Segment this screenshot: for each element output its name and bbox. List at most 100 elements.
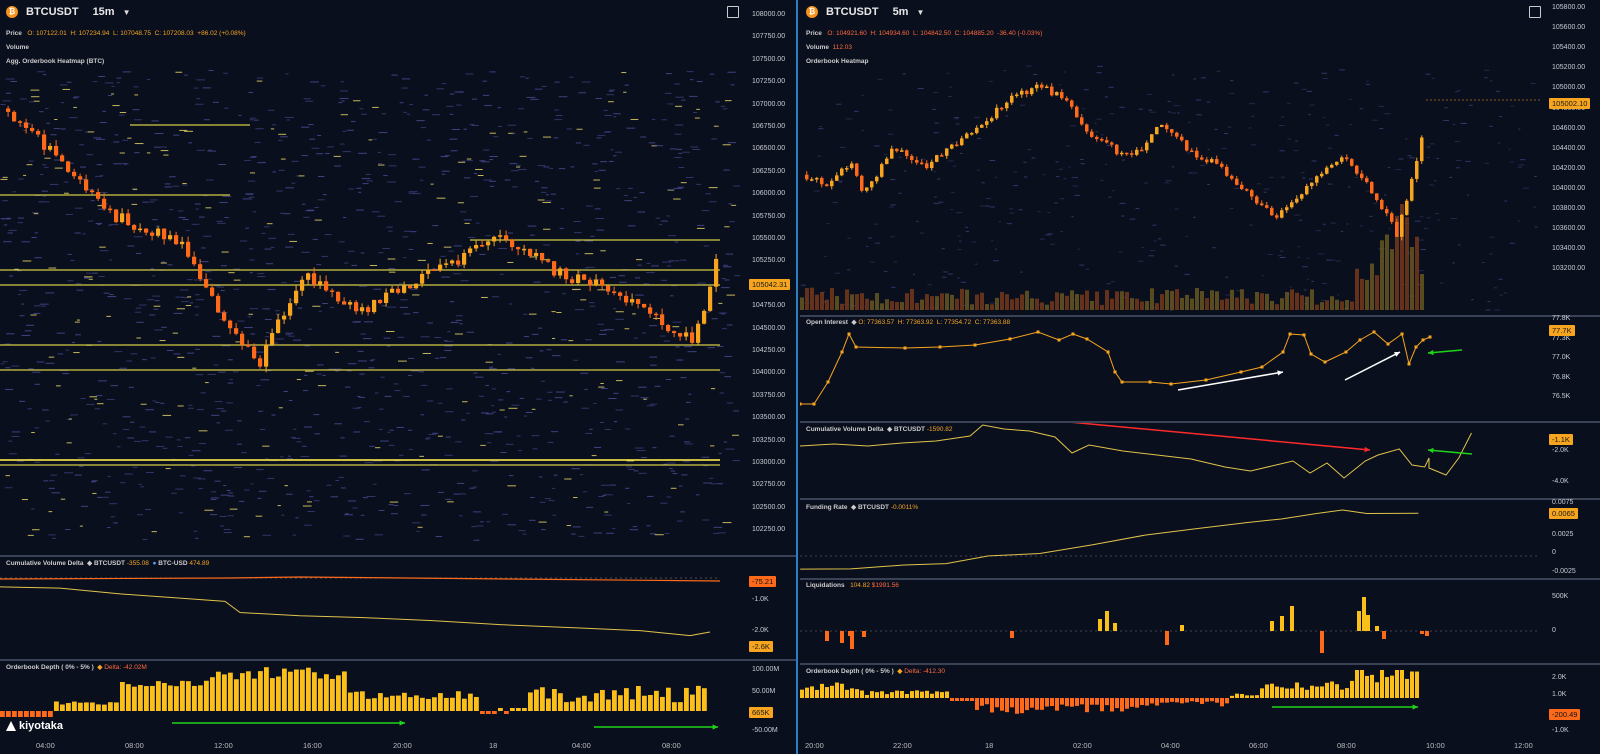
heatmap-cell xyxy=(264,248,272,250)
pane-divider[interactable] xyxy=(800,315,1600,317)
heatmap-cell xyxy=(991,240,994,242)
depth-bar xyxy=(870,691,874,698)
right-symbol[interactable]: BTCUSDT xyxy=(826,6,879,18)
heatmap-cell xyxy=(558,168,566,170)
heatmap-cell xyxy=(139,426,146,428)
right-funding-chart[interactable] xyxy=(800,500,1540,580)
right-timeframe[interactable]: 5m xyxy=(893,6,909,18)
pane-divider[interactable] xyxy=(800,663,1600,665)
heatmap-cell xyxy=(1426,217,1431,219)
candle xyxy=(588,279,593,286)
heatmap-cell xyxy=(933,202,940,204)
heatmap-cell xyxy=(388,271,396,273)
heatmap-cell xyxy=(1294,82,1299,84)
chevron-down-icon[interactable]: ▼ xyxy=(916,8,924,17)
pane-divider[interactable] xyxy=(0,659,796,661)
depth-bar xyxy=(1275,686,1279,698)
depth-bar xyxy=(48,711,53,717)
right-price-chart[interactable] xyxy=(800,65,1540,315)
candle xyxy=(666,325,671,332)
heatmap-cell xyxy=(528,313,537,315)
heatmap-cell xyxy=(952,165,957,167)
pane-divider[interactable] xyxy=(800,578,1600,580)
left-symbol[interactable]: BTCUSDT xyxy=(26,6,79,18)
heatmap-cell xyxy=(1135,207,1140,209)
depth-bar xyxy=(1315,686,1319,698)
heatmap-cell xyxy=(1185,235,1188,237)
heatmap-cell xyxy=(300,455,309,457)
depth-bar xyxy=(1230,695,1234,698)
heatmap-cell xyxy=(696,81,703,83)
heatmap-cell xyxy=(657,145,664,147)
heatmap-cell xyxy=(527,137,533,139)
heatmap-cell xyxy=(1223,133,1229,135)
heatmap-cell xyxy=(378,428,383,430)
heatmap-cell xyxy=(718,452,722,454)
heatmap-cell xyxy=(1148,255,1155,257)
right-cvd-axis-label: -2.0K xyxy=(1552,447,1569,454)
heatmap-cell xyxy=(943,271,948,273)
candle xyxy=(504,235,509,240)
fullscreen-icon[interactable] xyxy=(727,6,739,18)
price-axis-label: 104200.00 xyxy=(1552,164,1586,172)
heatmap-cell xyxy=(24,330,32,332)
left-chart-panel[interactable]: ₿ BTCUSDT 15m ▼ Price O: 107122.01 H: 10… xyxy=(0,0,798,754)
arrow-head xyxy=(1412,704,1418,710)
liquidation-bar xyxy=(840,631,844,643)
left-price-chart[interactable] xyxy=(0,70,740,550)
heatmap-cell xyxy=(164,186,172,188)
heatmap-cell xyxy=(8,229,17,231)
heatmap-cell xyxy=(1167,100,1171,102)
right-chart-panel[interactable]: ₿ BTCUSDT 5m ▼ Price O: 104921.60 H: 104… xyxy=(800,0,1600,754)
heatmap-cell xyxy=(102,423,108,425)
heatmap-cell xyxy=(135,252,142,254)
right-depth-chart[interactable] xyxy=(800,670,1540,735)
heatmap-cell xyxy=(184,130,193,132)
fullscreen-icon[interactable] xyxy=(1529,6,1541,18)
heatmap-cell xyxy=(322,374,326,376)
heatmap-cell xyxy=(265,263,274,265)
heatmap-cell xyxy=(664,532,670,534)
heatmap-cell xyxy=(173,312,183,314)
heatmap-cell xyxy=(144,509,152,511)
heatmap-cell xyxy=(661,119,667,121)
heatmap-cell xyxy=(344,514,353,516)
volume-bar xyxy=(1170,290,1174,310)
heatmap-cell xyxy=(218,164,226,165)
heatmap-cell xyxy=(660,502,668,504)
right-liquidations-chart[interactable] xyxy=(800,582,1540,662)
heatmap-cell xyxy=(141,440,149,442)
right-oi-chart[interactable] xyxy=(800,322,1540,417)
heatmap-cell xyxy=(682,461,690,463)
heatmap-cell xyxy=(646,262,651,264)
candle xyxy=(915,160,919,163)
heatmap-cell xyxy=(627,187,633,189)
heatmap-cell xyxy=(421,384,428,386)
heatmap-cell xyxy=(619,281,627,283)
heatmap-cell xyxy=(422,352,431,354)
heatmap-cell xyxy=(819,126,822,128)
depth-bar xyxy=(1270,683,1274,698)
heatmap-cell xyxy=(187,279,193,281)
heatmap-cell xyxy=(556,391,565,393)
left-depth-chart[interactable] xyxy=(0,666,740,741)
heatmap-cell xyxy=(318,310,322,312)
depth-bar xyxy=(42,711,47,717)
heatmap-cell xyxy=(441,276,450,278)
right-cvd-chart[interactable] xyxy=(800,423,1540,498)
heatmap-cell xyxy=(489,180,496,182)
heatmap-cell xyxy=(388,165,397,167)
pane-divider[interactable] xyxy=(0,555,796,557)
heatmap-cell xyxy=(1437,219,1440,221)
heatmap-cell xyxy=(883,153,888,155)
left-cvd-chart[interactable] xyxy=(0,565,740,660)
candle xyxy=(60,155,65,162)
heatmap-cell xyxy=(406,113,411,115)
left-timeframe[interactable]: 15m xyxy=(93,6,115,18)
heatmap-cell xyxy=(1302,88,1307,90)
heatmap-cell xyxy=(119,152,125,154)
chevron-down-icon[interactable]: ▼ xyxy=(123,8,131,17)
heatmap-cell xyxy=(672,326,680,328)
heatmap-cell xyxy=(637,264,642,266)
heatmap-cell xyxy=(408,448,413,450)
